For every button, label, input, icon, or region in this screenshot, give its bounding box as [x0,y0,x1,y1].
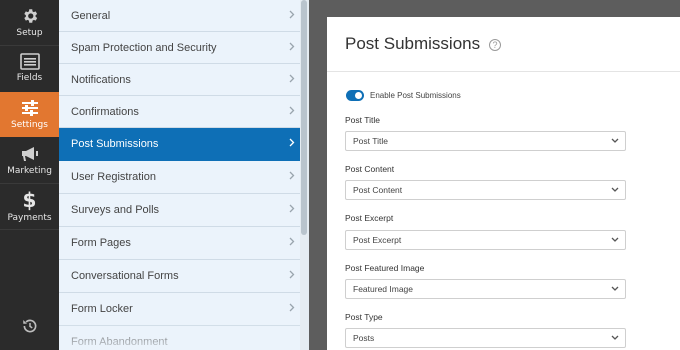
rail-item-settings[interactable]: Settings [0,92,59,137]
fields-list-icon [19,53,40,70]
rail-label-settings: Settings [11,120,48,130]
rail-item-setup[interactable]: Setup [0,0,59,45]
dollar-icon: $ [22,188,37,212]
post-featured-image-select[interactable]: Featured Image [345,279,626,299]
chevron-down-icon [611,335,619,340]
menu-item-post-submissions[interactable]: Post Submissions [59,128,308,161]
rail-label-marketing: Marketing [7,166,52,176]
chevron-right-icon [289,106,295,115]
megaphone-icon [20,145,40,163]
menu-item-label: Surveys and Polls [71,204,160,216]
menu-item-form-pages[interactable]: Form Pages [59,227,308,260]
page-title: Post Submissions [345,34,481,53]
menu-scrollbar-thumb[interactable] [301,0,307,235]
menu-item-surveys-and-polls[interactable]: Surveys and Polls [59,194,308,227]
menu-item-user-registration[interactable]: User Registration [59,161,308,194]
chevron-right-icon [289,138,295,147]
chevron-right-icon [289,270,295,279]
menu-item-conversational-forms[interactable]: Conversational Forms [59,260,308,293]
gear-icon [21,7,39,25]
menu-item-notifications[interactable]: Notifications [59,64,308,96]
menu-item-label: Confirmations [71,105,139,118]
sliders-icon [20,99,40,117]
chevron-right-icon [289,204,295,213]
builder-sidebar: Setup Fields Settings Marketing $ Paymen… [0,0,59,350]
rail-label-fields: Fields [16,73,43,83]
chevron-right-icon [289,10,295,19]
menu-item-label: Form Pages [71,237,131,249]
post-type-select[interactable]: Posts [345,328,626,348]
menu-item-label: User Registration [71,171,156,183]
select-value: Posts [353,333,375,343]
post-excerpt-select[interactable]: Post Excerpt [345,230,626,250]
menu-item-label: General [71,9,111,22]
enable-post-submissions-label: Enable Post Submissions [370,91,461,100]
post-title-label: Post Title [345,115,380,125]
rail-label-setup: Setup [16,28,43,38]
rail-item-payments[interactable]: $ Payments [0,184,59,229]
menu-item-confirmations[interactable]: Confirmations [59,96,308,128]
menu-item-label: Form Abandonment [71,336,168,348]
menu-item-spam-protection[interactable]: Spam Protection and Security [59,32,308,64]
chevron-right-icon [289,42,295,51]
menu-item-label: Conversational Forms [71,270,179,282]
menu-item-label: Form Locker [71,303,133,315]
toggle-knob [355,92,362,99]
post-title-select[interactable]: Post Title [345,131,626,151]
menu-item-label: Spam Protection and Security [71,41,217,54]
post-content-select[interactable]: Post Content [345,180,626,200]
select-value: Post Excerpt [353,235,402,245]
chevron-down-icon [611,237,619,242]
select-value: Post Title [353,136,388,146]
chevron-right-icon [289,74,295,83]
select-value: Post Content [353,185,403,195]
enable-post-submissions-toggle[interactable] [346,90,364,101]
rail-item-marketing[interactable]: Marketing [0,138,59,183]
chevron-down-icon [611,138,619,143]
rail-item-revisions[interactable] [0,313,59,341]
help-icon[interactable]: ? [489,39,501,51]
chevron-down-icon [611,187,619,192]
select-value: Featured Image [353,284,414,294]
chevron-down-icon [611,286,619,291]
chevron-right-icon [289,237,295,246]
menu-item-general[interactable]: General [59,0,308,32]
menu-item-form-locker[interactable]: Form Locker [59,293,308,326]
history-icon [21,317,39,335]
settings-menu: General Spam Protection and Security Not… [59,0,309,350]
post-content-label: Post Content [345,164,395,174]
rail-item-fields[interactable]: Fields [0,46,59,91]
chevron-right-icon [289,171,295,180]
title-divider [327,71,680,72]
menu-item-label: Post Submissions [71,138,159,150]
post-type-label: Post Type [345,312,383,322]
menu-item-form-abandonment[interactable]: Form Abandonment [59,326,308,350]
post-excerpt-label: Post Excerpt [345,213,394,223]
menu-item-label: Notifications [71,73,131,86]
rail-label-payments: Payments [7,213,52,223]
post-featured-image-label: Post Featured Image [345,263,425,273]
chevron-right-icon [289,303,295,312]
